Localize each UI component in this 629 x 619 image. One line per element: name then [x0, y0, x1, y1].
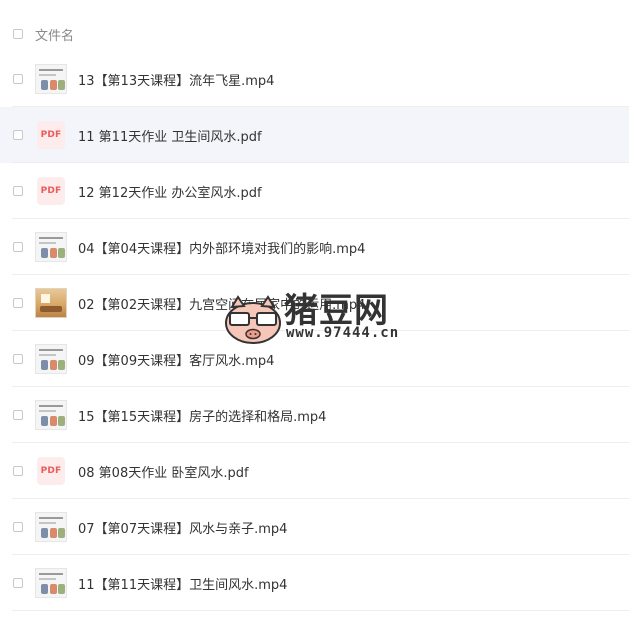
video-thumbnail — [35, 512, 67, 542]
file-name[interactable]: 12 第12天作业 办公室风水.pdf — [78, 182, 262, 201]
file-checkbox[interactable] — [13, 522, 23, 532]
file-row[interactable]: 04【第04天课程】内外部环境对我们的影响.mp4 — [0, 219, 629, 275]
file-checkbox[interactable] — [13, 354, 23, 364]
file-name[interactable]: 11【第11天课程】卫生间风水.mp4 — [78, 574, 287, 593]
column-header-filename: 文件名 — [35, 28, 75, 44]
file-list-header: 文件名 — [0, 14, 629, 54]
file-name[interactable]: 04【第04天课程】内外部环境对我们的影响.mp4 — [78, 238, 365, 257]
file-checkbox[interactable] — [13, 466, 23, 476]
file-row[interactable]: 07【第07天课程】风水与亲子.mp4 — [0, 499, 629, 555]
file-name[interactable]: 13【第13天课程】流年飞星.mp4 — [78, 70, 274, 89]
pdf-file-icon: PDF — [37, 457, 65, 485]
file-name[interactable]: 08 第08天作业 卧室风水.pdf — [78, 462, 249, 481]
row-divider — [12, 610, 629, 611]
file-row[interactable]: 13【第13天课程】流年飞星.mp4 — [0, 51, 629, 107]
video-thumbnail — [35, 400, 67, 430]
select-all-checkbox[interactable] — [13, 29, 23, 39]
video-thumbnail — [35, 64, 67, 94]
video-thumbnail — [35, 344, 67, 374]
file-name[interactable]: 11 第11天作业 卫生间风水.pdf — [78, 126, 262, 145]
file-checkbox[interactable] — [13, 578, 23, 588]
pdf-file-icon: PDF — [37, 177, 65, 205]
file-row[interactable]: 11【第11天课程】卫生间风水.mp4 — [0, 555, 629, 611]
file-name[interactable]: 02【第02天课程】九宫空间在居家中的运用.mp4 — [78, 294, 365, 313]
file-checkbox[interactable] — [13, 242, 23, 252]
video-thumbnail — [35, 568, 67, 598]
file-row[interactable]: 09【第09天课程】客厅风水.mp4 — [0, 331, 629, 387]
file-row[interactable]: 15【第15天课程】房子的选择和格局.mp4 — [0, 387, 629, 443]
file-checkbox[interactable] — [13, 130, 23, 140]
pdf-file-icon: PDF — [37, 121, 65, 149]
file-row[interactable]: 02【第02天课程】九宫空间在居家中的运用.mp4 — [0, 275, 629, 331]
file-name[interactable]: 09【第09天课程】客厅风水.mp4 — [78, 350, 274, 369]
file-checkbox[interactable] — [13, 74, 23, 84]
file-row[interactable]: PDF 11 第11天作业 卫生间风水.pdf — [0, 107, 629, 163]
video-thumbnail — [35, 288, 67, 318]
file-checkbox[interactable] — [13, 410, 23, 420]
file-name[interactable]: 07【第07天课程】风水与亲子.mp4 — [78, 518, 287, 537]
video-thumbnail — [35, 232, 67, 262]
file-list: 13【第13天课程】流年飞星.mp4 PDF 11 第11天作业 卫生间风水.pdf… — [0, 51, 629, 611]
file-name[interactable]: 15【第15天课程】房子的选择和格局.mp4 — [78, 406, 326, 425]
file-row[interactable]: PDF 12 第12天作业 办公室风水.pdf — [0, 163, 629, 219]
file-row[interactable]: PDF 08 第08天作业 卧室风水.pdf — [0, 443, 629, 499]
file-checkbox[interactable] — [13, 186, 23, 196]
file-checkbox[interactable] — [13, 298, 23, 308]
